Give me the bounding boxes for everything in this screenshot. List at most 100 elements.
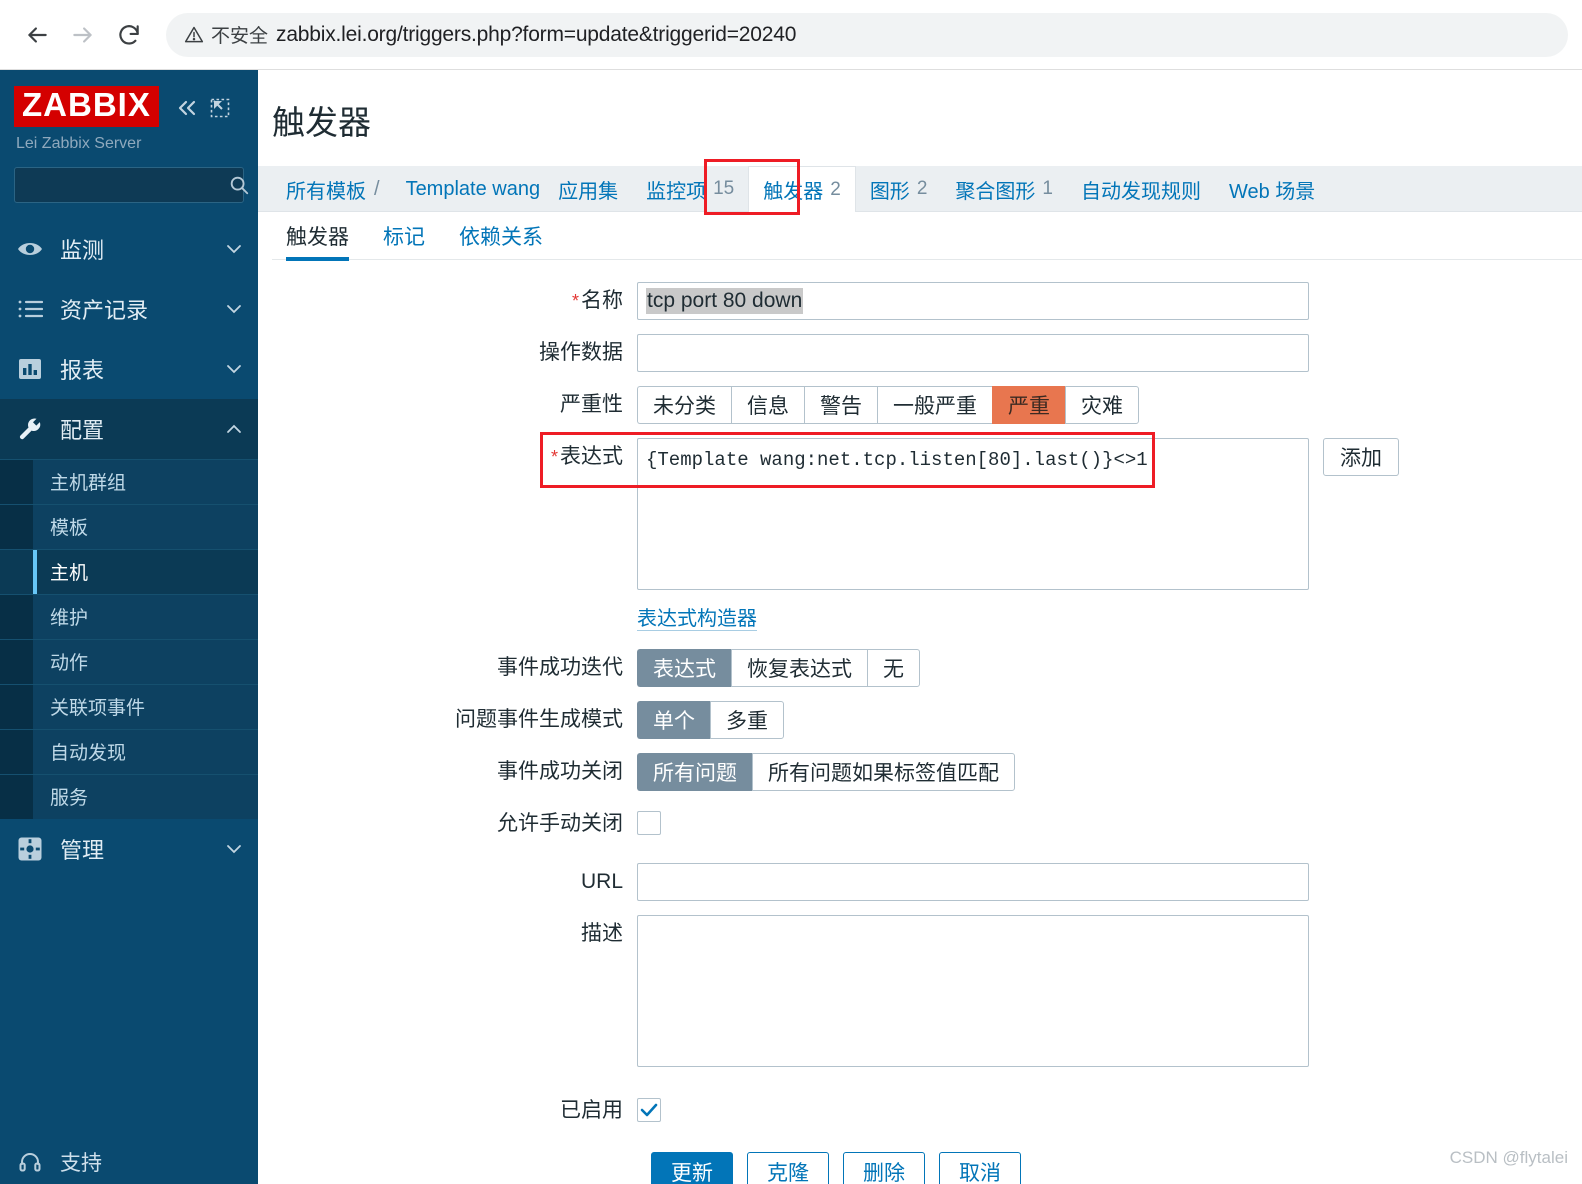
expression-textarea[interactable] bbox=[637, 438, 1309, 590]
field-row-expression: *表达式 添加 表达式构造器 bbox=[272, 432, 1582, 631]
tab-items[interactable]: 监控项 15 bbox=[632, 166, 748, 212]
tab-triggers[interactable]: 触发器 2 bbox=[748, 166, 856, 212]
sidebar-subitem-label: 维护 bbox=[50, 608, 89, 630]
field-row-severity: 严重性 未分类 信息 警告 一般严重 严重 灾难 bbox=[272, 386, 1582, 424]
browser-toolbar: 不安全 zabbix.lei.org/triggers.php?form=upd… bbox=[0, 0, 1582, 70]
sidebar-subitem-label: 主机群组 bbox=[50, 473, 127, 495]
sidebar-item-services[interactable]: 服务 bbox=[0, 773, 258, 819]
sidebar-item-reports[interactable]: 报表 bbox=[0, 339, 258, 399]
tab-label: 触发器 bbox=[763, 181, 824, 203]
search-icon[interactable] bbox=[228, 174, 250, 196]
tab-count: 2 bbox=[830, 178, 841, 200]
problem-event-mode-option-multiple[interactable]: 多重 bbox=[710, 701, 784, 739]
severity-option-not-classified[interactable]: 未分类 bbox=[637, 386, 731, 424]
name-input[interactable]: tcp port 80 down bbox=[637, 282, 1309, 320]
tab-count: 1 bbox=[1042, 178, 1053, 199]
delete-button[interactable]: 删除 bbox=[843, 1152, 925, 1184]
form-actions: 更新 克隆 删除 取消 bbox=[272, 1152, 1582, 1184]
tab-label: 应用集 bbox=[558, 180, 619, 203]
severity-option-disaster[interactable]: 灾难 bbox=[1065, 386, 1139, 424]
sidebar-subitem-label: 关联项事件 bbox=[50, 698, 146, 720]
clone-button[interactable]: 克隆 bbox=[747, 1152, 829, 1184]
required-marker: * bbox=[571, 291, 579, 311]
field-row-ok-event-closes: 事件成功关闭 所有问题 所有问题如果标签值匹配 bbox=[272, 753, 1582, 791]
compact-view-icon[interactable] bbox=[209, 97, 231, 119]
add-expression-button[interactable]: 添加 bbox=[1323, 438, 1399, 476]
tab-discovery-rules[interactable]: 自动发现规则 bbox=[1067, 166, 1215, 212]
required-marker: * bbox=[550, 447, 558, 467]
sidebar-item-discovery[interactable]: 自动发现 bbox=[0, 728, 258, 774]
zabbix-logo[interactable]: ZABBIX bbox=[14, 86, 159, 127]
tab-applications[interactable]: 应用集 bbox=[544, 166, 632, 212]
allow-manual-close-checkbox[interactable] bbox=[637, 811, 661, 835]
sidebar-item-configuration[interactable]: 配置 bbox=[0, 398, 258, 459]
forward-button[interactable] bbox=[60, 12, 106, 58]
reload-button[interactable] bbox=[106, 12, 152, 58]
description-textarea[interactable] bbox=[637, 915, 1309, 1067]
cancel-button[interactable]: 取消 bbox=[939, 1152, 1021, 1184]
sidebar-subitem-label: 服务 bbox=[50, 788, 89, 810]
ok-event-closes-option-tag-match[interactable]: 所有问题如果标签值匹配 bbox=[752, 753, 1015, 791]
ok-event-closes-option-all-problems[interactable]: 所有问题 bbox=[637, 753, 752, 791]
sidebar-nav: 监测 资产记录 报表 配置 主机群组 模板 主机 维护 动作 关联项事件 自动发… bbox=[0, 219, 258, 879]
sidebar-header: ZABBIX bbox=[0, 70, 258, 127]
sidebar-item-event-correlation[interactable]: 关联项事件 bbox=[0, 683, 258, 729]
gear-icon bbox=[16, 836, 44, 862]
field-row-name: *名称 tcp port 80 down bbox=[272, 282, 1582, 320]
enabled-checkbox[interactable] bbox=[637, 1098, 661, 1122]
sidebar-item-hosts[interactable]: 主机 bbox=[0, 548, 258, 594]
main-content: 触发器 所有模板 / Template wang 应用集 监控项 15 触发器 … bbox=[258, 70, 1582, 1184]
sidebar-item-actions[interactable]: 动作 bbox=[0, 638, 258, 684]
ok-event-button-group: 表达式 恢复表达式 无 bbox=[637, 649, 920, 687]
subtab-trigger[interactable]: 触发器 bbox=[286, 212, 349, 261]
sidebar-subitem-label: 动作 bbox=[50, 653, 89, 675]
subtab-tags[interactable]: 标记 bbox=[383, 212, 425, 260]
sidebar-item-host-groups[interactable]: 主机群组 bbox=[0, 458, 258, 504]
breadcrumb-all-templates[interactable]: 所有模板 / bbox=[272, 166, 392, 212]
back-button[interactable] bbox=[14, 12, 60, 58]
ok-event-label: 事件成功迭代 bbox=[497, 656, 623, 679]
severity-option-information[interactable]: 信息 bbox=[731, 386, 804, 424]
sidebar-item-administration[interactable]: 管理 bbox=[0, 819, 258, 879]
double-chevron-left-icon[interactable] bbox=[175, 98, 199, 118]
expression-constructor-link[interactable]: 表达式构造器 bbox=[637, 608, 757, 631]
opdata-input[interactable] bbox=[637, 334, 1309, 372]
server-name: Lei Zabbix Server bbox=[16, 134, 142, 152]
sidebar-item-label: 报表 bbox=[60, 357, 105, 383]
severity-option-warning[interactable]: 警告 bbox=[804, 386, 877, 424]
sidebar: ZABBIX Lei Zabbix Server 监测 资产记录 报表 配置 主… bbox=[0, 70, 258, 1184]
severity-option-high[interactable]: 严重 bbox=[992, 386, 1065, 424]
sidebar-item-monitoring[interactable]: 监测 bbox=[0, 219, 258, 279]
page-body: ZABBIX Lei Zabbix Server 监测 资产记录 报表 配置 主… bbox=[0, 70, 1582, 1184]
ok-event-option-none[interactable]: 无 bbox=[867, 649, 920, 687]
tab-count: 2 bbox=[916, 178, 928, 199]
tab-graphs[interactable]: 图形 2 bbox=[856, 166, 942, 212]
description-label: 描述 bbox=[581, 922, 623, 945]
problem-event-mode-option-single[interactable]: 单个 bbox=[637, 701, 710, 739]
ok-event-option-expression[interactable]: 表达式 bbox=[637, 649, 731, 687]
severity-button-group: 未分类 信息 警告 一般严重 严重 灾难 bbox=[637, 386, 1139, 424]
trigger-form: *名称 tcp port 80 down 操作数据 严重性 未分类 信息 警告 … bbox=[272, 260, 1582, 1184]
address-bar[interactable]: 不安全 zabbix.lei.org/triggers.php?form=upd… bbox=[166, 12, 1568, 57]
sidebar-item-inventory[interactable]: 资产记录 bbox=[0, 279, 258, 339]
sidebar-item-templates[interactable]: 模板 bbox=[0, 503, 258, 549]
sidebar-item-support[interactable]: 支持 bbox=[0, 1134, 258, 1184]
subtab-dependencies[interactable]: 依赖关系 bbox=[459, 212, 543, 260]
security-chip[interactable]: 不安全 bbox=[184, 21, 276, 48]
tab-web-scenarios[interactable]: Web 场景 bbox=[1215, 166, 1329, 212]
field-row-description: 描述 bbox=[272, 915, 1582, 1072]
sidebar-item-maintenance[interactable]: 维护 bbox=[0, 593, 258, 639]
severity-option-average[interactable]: 一般严重 bbox=[877, 386, 992, 424]
sidebar-item-label: 支持 bbox=[60, 1152, 102, 1175]
ok-event-option-recovery-expression[interactable]: 恢复表达式 bbox=[731, 649, 867, 687]
update-button[interactable]: 更新 bbox=[651, 1152, 733, 1184]
field-row-allow-manual-close: 允许手动关闭 bbox=[272, 805, 1582, 843]
tab-label: 聚合图形 bbox=[955, 180, 1036, 203]
enabled-label: 已启用 bbox=[560, 1099, 623, 1122]
search-input[interactable] bbox=[25, 175, 228, 195]
breadcrumb-template-wang[interactable]: Template wang bbox=[392, 166, 545, 212]
field-row-problem-event-mode: 问题事件生成模式 单个 多重 bbox=[272, 701, 1582, 739]
sidebar-search[interactable] bbox=[14, 166, 249, 203]
tab-screens[interactable]: 聚合图形 1 bbox=[941, 166, 1067, 212]
url-input[interactable] bbox=[637, 863, 1309, 901]
